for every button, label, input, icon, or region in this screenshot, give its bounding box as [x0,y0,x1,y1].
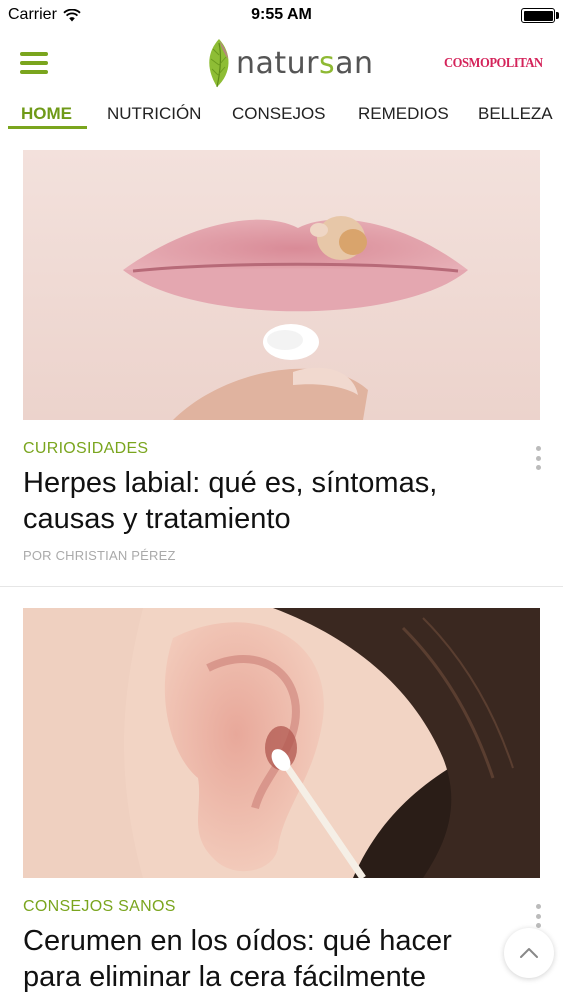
logo-suffix: an [335,46,374,81]
article-author: POR CHRISTIAN PÉREZ [23,548,176,563]
hamburger-icon[interactable] [20,52,48,74]
lips-photo-illustration [23,150,540,420]
logo-wordmark: natursan [236,49,374,91]
partner-logo[interactable]: COSMOPOLITAN [444,56,543,72]
tab-nutricion[interactable]: NUTRICIÓN [107,104,201,124]
vertical-ellipsis-icon[interactable] [530,902,546,930]
scroll-top-button[interactable] [504,928,554,978]
tab-home[interactable]: HOME [21,104,72,124]
tab-remedios[interactable]: REMEDIOS [358,104,449,124]
article-image-lips[interactable] [23,150,540,420]
battery-icon [521,8,555,23]
app-logo[interactable]: natursan [204,33,374,91]
article-title[interactable]: Cerumen en los oídos: qué hacer para eli… [23,923,503,995]
ear-photo-illustration [23,608,540,878]
article-category[interactable]: CURIOSIDADES [23,440,148,458]
tab-belleza[interactable]: BELLEZA [478,104,553,124]
vertical-ellipsis-icon[interactable] [530,444,546,472]
tab-consejos[interactable]: CONSEJOS [232,104,326,124]
battery-nub [556,12,559,19]
status-bar: Carrier 9:55 AM [0,0,563,30]
article-category[interactable]: CONSEJOS SANOS [23,898,176,916]
article-image-ear[interactable] [23,608,540,878]
status-time: 9:55 AM [251,6,312,23]
card-divider [0,586,563,587]
article-title[interactable]: Herpes labial: qué es, síntomas, causas … [23,465,503,537]
active-tab-indicator [8,126,87,129]
logo-prefix: natur [236,46,320,81]
category-tabs: HOME NUTRICIÓN CONSEJOS REMEDIOS BELLEZA [0,95,563,135]
logo-accent: s [319,46,336,81]
leaf-icon [209,39,229,88]
chevron-up-icon [520,948,538,958]
app-header: natursan COSMOPOLITAN [0,30,563,92]
